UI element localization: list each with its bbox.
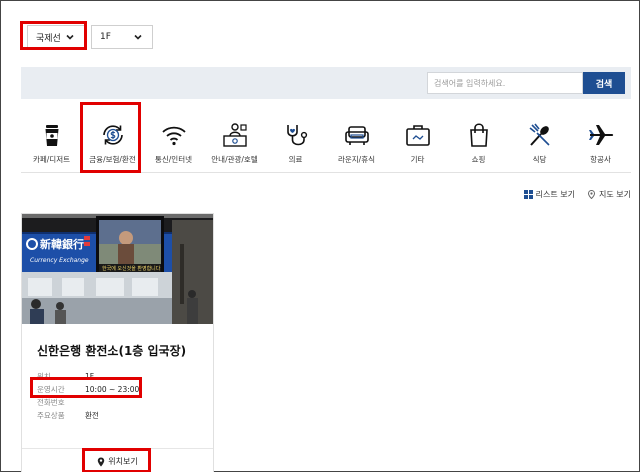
- facility-info: 위치 1F 운영시간 10:00 ~ 23:00 전화번호 주요상품 환전: [37, 370, 139, 422]
- category-restaurant[interactable]: 식당: [509, 113, 570, 172]
- category-info[interactable]: 안내/관광/호텔: [204, 113, 265, 172]
- category-label: 쇼핑: [471, 155, 486, 164]
- airplane-icon: [588, 125, 613, 145]
- chevron-down-icon: [134, 34, 142, 40]
- info-desk-icon: [222, 123, 247, 147]
- terminal-select-value: 국제선: [36, 33, 61, 44]
- map-pin-icon: [588, 190, 596, 199]
- info-row-hours: 운영시간 10:00 ~ 23:00: [37, 383, 139, 396]
- info-label: 전화번호: [37, 398, 65, 407]
- category-label: 기타: [410, 155, 425, 164]
- category-bar: 카페/디저트 금융/보험/환전 통신/인터넷 안내/관광/호텔 의료 라운지/휴…: [21, 113, 631, 173]
- bank-name-sign: 新韓銀行: [40, 237, 84, 251]
- category-label: 라운지/휴식: [337, 155, 376, 164]
- facility-card[interactable]: 新韓銀行 Currency Exchange 한국에 오신것을 환영합니다 신한…: [21, 213, 214, 472]
- category-telecom[interactable]: 통신/인터넷: [143, 113, 204, 172]
- exchange-booth-photo: 新韓銀行 Currency Exchange 한국에 오신것을 환영합니다: [22, 214, 213, 324]
- shopping-bag-icon: [469, 123, 488, 147]
- info-label: 운영시간: [37, 385, 65, 394]
- sofa-icon: [344, 126, 369, 145]
- category-label: 카페/디저트: [32, 155, 71, 164]
- info-row-location: 위치 1F: [37, 370, 139, 383]
- info-row-phone: 전화번호: [37, 396, 139, 409]
- category-etc[interactable]: 기타: [387, 113, 448, 172]
- terminal-select[interactable]: 국제선: [27, 25, 85, 49]
- location-button[interactable]: 위치보기: [22, 448, 213, 472]
- category-lounge[interactable]: 라운지/휴식: [326, 113, 387, 172]
- search-button[interactable]: 검색: [583, 72, 625, 94]
- category-medical[interactable]: 의료: [265, 113, 326, 172]
- location-button-label: 위치보기: [108, 457, 138, 466]
- facility-photo: 新韓銀行 Currency Exchange 한국에 오신것을 환영합니다: [22, 214, 213, 324]
- currency-exchange-icon: [102, 125, 123, 145]
- list-view-label: 리스트 보기: [535, 190, 576, 199]
- search-bar: 검색: [21, 67, 631, 99]
- category-label: 의료: [288, 155, 303, 164]
- category-finance[interactable]: 금융/보험/환전: [82, 113, 143, 172]
- category-shopping[interactable]: 쇼핑: [448, 113, 509, 172]
- screen-welcome-text: 한국에 오신것을 환영합니다: [102, 265, 161, 272]
- category-label: 안내/관광/호텔: [211, 155, 258, 164]
- map-view-button[interactable]: 지도 보기: [587, 189, 631, 200]
- search-input[interactable]: [427, 72, 583, 94]
- chevron-down-icon: [66, 34, 74, 40]
- grid-icon: [523, 190, 533, 199]
- category-label: 금융/보험/환전: [89, 155, 136, 164]
- facility-title: 신한은행 환전소(1층 입국장): [37, 344, 187, 358]
- category-cafe[interactable]: 카페/디저트: [21, 113, 82, 172]
- exchange-sign: Currency Exchange: [30, 257, 89, 264]
- map-pin-icon: [98, 457, 105, 466]
- view-toggle: 리스트 보기 지도 보기: [512, 189, 631, 200]
- info-value: 1F: [85, 372, 95, 381]
- list-view-button[interactable]: 리스트 보기: [523, 189, 576, 200]
- map-view-label: 지도 보기: [599, 190, 631, 199]
- floor-select[interactable]: 1F: [91, 25, 153, 49]
- category-label: 통신/인터넷: [154, 155, 193, 164]
- category-label: 식당: [532, 155, 547, 164]
- stethoscope-icon: [286, 125, 307, 146]
- floor-select-value: 1F: [100, 32, 111, 42]
- category-label: 항공사: [590, 155, 611, 164]
- info-row-products: 주요상품 환전: [37, 409, 139, 422]
- coffee-cup-icon: [45, 125, 58, 146]
- info-value: 환전: [85, 411, 99, 420]
- info-label: 위치: [37, 372, 51, 381]
- fork-spoon-icon: [529, 123, 550, 146]
- info-label: 주요상품: [37, 411, 65, 420]
- toolbox-icon: [405, 125, 430, 146]
- category-airline[interactable]: 항공사: [570, 113, 631, 172]
- info-value: 10:00 ~ 23:00: [85, 385, 140, 394]
- wifi-icon: [161, 126, 186, 146]
